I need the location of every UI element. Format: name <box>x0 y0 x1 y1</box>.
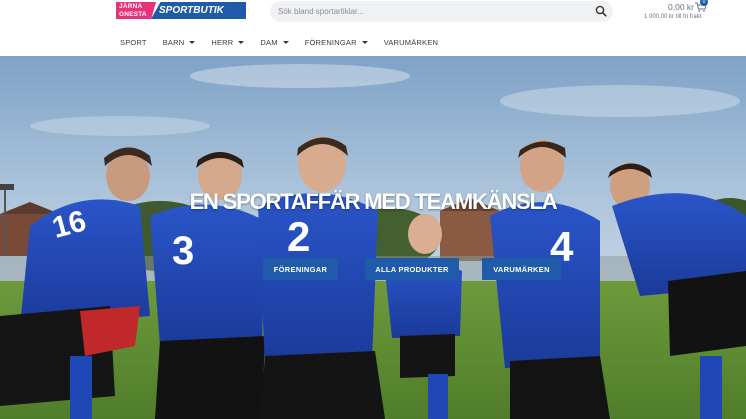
site-logo[interactable]: JÄRNA GNESTA SPORTBUTIK <box>116 2 246 19</box>
jersey-number: 2 <box>287 213 310 260</box>
hero-banner: 16 3 2 4 EN SPORTAFFÄR MED TEAMKÄNSLA FÖ… <box>0 56 746 419</box>
chevron-down-icon <box>189 41 196 44</box>
nav-item-barn[interactable]: BARN <box>163 38 196 47</box>
nav-item-label: DAM <box>260 38 278 47</box>
nav-item-label: SPORT <box>120 38 147 47</box>
foreningar-button[interactable]: FÖRENINGAR <box>263 258 338 280</box>
chevron-down-icon <box>361 41 368 44</box>
nav-item-label: VARUMÄRKEN <box>383 38 439 47</box>
nav-item-foreningar[interactable]: FÖRENINGAR <box>305 38 368 47</box>
hero-title: EN SPORTAFFÄR MED TEAMKÄNSLA <box>189 189 558 214</box>
jersey-number: 3 <box>172 229 194 273</box>
search-input[interactable] <box>278 4 578 19</box>
search-icon[interactable] <box>595 5 607 17</box>
logo-right-text: SPORTBUTIK <box>151 2 246 19</box>
chevron-down-icon <box>238 41 245 44</box>
logo-left-text: JÄRNA GNESTA <box>116 2 156 19</box>
site-header: JÄRNA GNESTA SPORTBUTIK 0,00 kr 0 1 000,… <box>0 0 746 56</box>
search-bar <box>270 1 613 22</box>
cart-total[interactable]: 0,00 kr <box>668 2 694 12</box>
nav-item-label: HERR <box>211 38 234 47</box>
jersey-numbers: 16 3 2 4 <box>49 204 574 273</box>
nav-item-sport[interactable]: SPORT <box>120 38 147 47</box>
chevron-down-icon <box>282 41 289 44</box>
all-products-button[interactable]: ALLA PRODUKTER <box>365 258 459 280</box>
nav-item-label: BARN <box>162 38 185 47</box>
free-shipping-text: 1 000,00 kr till fri frakt <box>644 14 702 20</box>
nav-item-label: FÖRENINGAR <box>304 38 357 47</box>
brands-button[interactable]: VARUMÄRKEN <box>482 258 561 280</box>
page: JÄRNA GNESTA SPORTBUTIK 0,00 kr 0 1 000,… <box>0 0 746 419</box>
main-navigation: SPORT BARN HERR DAM FÖRENINGAR VARUMÄRKE… <box>120 38 454 47</box>
nav-item-dam[interactable]: DAM <box>260 38 289 47</box>
nav-item-varumarken[interactable]: VARUMÄRKEN <box>384 38 438 47</box>
nav-item-herr[interactable]: HERR <box>211 38 245 47</box>
